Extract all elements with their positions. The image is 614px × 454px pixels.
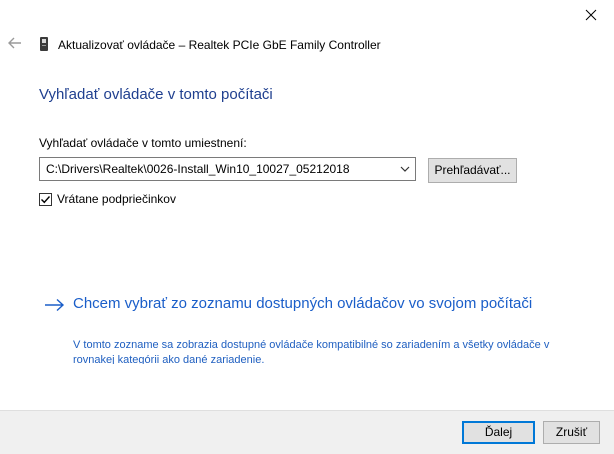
location-label: Vyhľadať ovládače v tomto umiestnení: bbox=[39, 136, 247, 150]
location-combobox[interactable]: C:\Drivers\Realtek\0026-Install_Win10_10… bbox=[39, 157, 416, 181]
network-adapter-icon bbox=[40, 37, 48, 51]
browse-button[interactable]: Prehľadávať... bbox=[428, 158, 517, 183]
back-button[interactable] bbox=[2, 30, 28, 56]
page-heading: Vyhľadať ovládače v tomto počítači bbox=[39, 86, 273, 103]
include-subfolders-checkbox[interactable] bbox=[39, 193, 52, 206]
location-value[interactable]: C:\Drivers\Realtek\0026-Install_Win10_10… bbox=[46, 162, 350, 176]
update-drivers-window: Aktualizovať ovládače – Realtek PCIe GbE… bbox=[0, 0, 614, 454]
chevron-down-icon[interactable] bbox=[399, 163, 411, 175]
next-button[interactable]: Ďalej bbox=[462, 421, 535, 444]
arrow-right-icon[interactable] bbox=[44, 298, 66, 312]
pick-from-list-description: V tomto zozname sa zobrazia dostupné ovl… bbox=[73, 339, 550, 364]
back-arrow-icon bbox=[8, 37, 21, 49]
wizard-title: Aktualizovať ovládače – Realtek PCIe GbE… bbox=[58, 38, 381, 52]
pick-from-list-link[interactable]: Chcem vybrať zo zoznamu dostupných ovlád… bbox=[73, 293, 553, 315]
checkmark-icon bbox=[41, 196, 51, 204]
cancel-button[interactable]: Zrušiť bbox=[543, 421, 600, 444]
include-subfolders-label[interactable]: Vrátane podpriečinkov bbox=[57, 192, 176, 206]
wizard-header bbox=[0, 0, 614, 66]
close-button[interactable] bbox=[568, 0, 614, 30]
close-icon bbox=[585, 9, 597, 21]
